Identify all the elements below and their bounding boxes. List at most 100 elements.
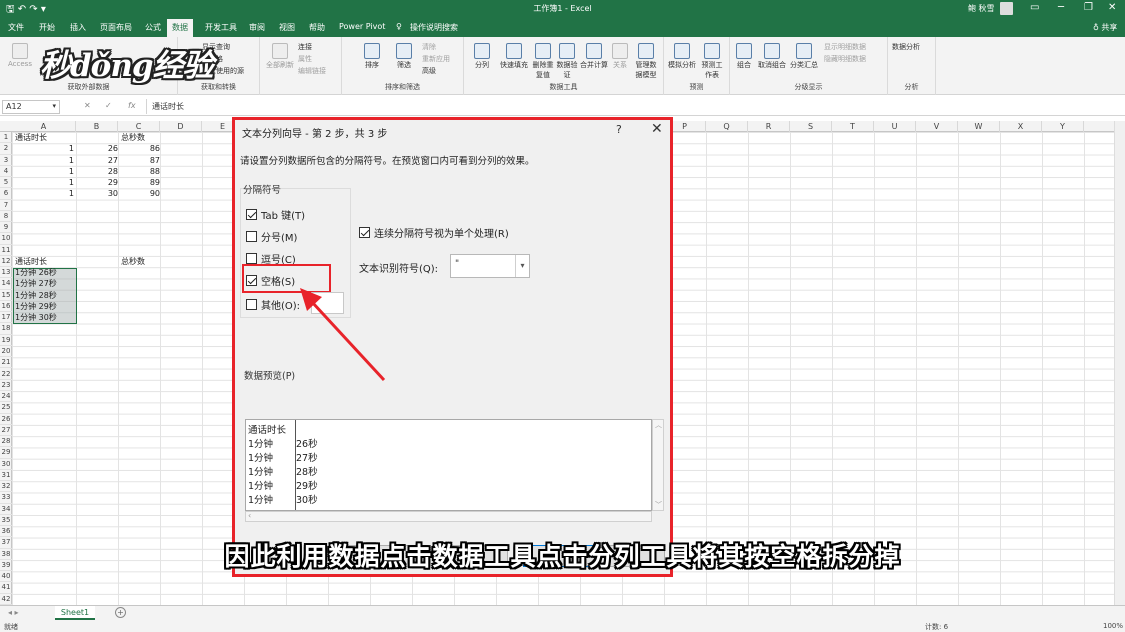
row-header[interactable]: 4 xyxy=(0,166,12,178)
cell-a3[interactable]: 1 xyxy=(12,155,74,166)
edit-links-button[interactable]: 编辑链接 xyxy=(298,66,326,76)
hide-detail-button[interactable]: 隐藏明细数据 xyxy=(824,54,866,64)
row-header[interactable]: 8 xyxy=(0,211,12,223)
sort-button[interactable]: 排序 xyxy=(364,43,380,70)
tab-home[interactable]: 开始 xyxy=(39,22,55,33)
vertical-scrollbar[interactable] xyxy=(1114,121,1125,605)
remove-duplicates-button[interactable]: 删除重复值 xyxy=(532,43,554,80)
cancel-icon[interactable]: ✕ xyxy=(84,101,91,110)
cell-c1[interactable]: 总秒数 xyxy=(121,132,145,143)
cell-a12[interactable]: 通话时长 xyxy=(15,256,47,267)
data-analysis-button[interactable]: 数据分析 xyxy=(892,42,920,52)
data-validation-button[interactable]: 数据验证 xyxy=(556,43,578,80)
user-name[interactable]: 鲍 秋雪 xyxy=(968,3,995,14)
add-sheet-icon[interactable]: + xyxy=(115,607,126,618)
row-header[interactable]: 36 xyxy=(0,526,12,538)
share-button[interactable]: ♁ 共享 xyxy=(1093,22,1117,33)
row-header[interactable]: 15 xyxy=(0,290,12,301)
row-header[interactable]: 25 xyxy=(0,402,12,414)
scroll-left-icon[interactable]: ‹ xyxy=(248,511,251,520)
preview-vertical-scrollbar[interactable]: ︿ ﹀ xyxy=(652,419,664,511)
row-header[interactable]: 13 xyxy=(0,267,12,279)
row-header[interactable]: 12 xyxy=(0,256,12,268)
tab-formulas[interactable]: 公式 xyxy=(145,22,161,33)
column-header[interactable]: C xyxy=(118,121,160,132)
properties-button[interactable]: 属性 xyxy=(298,54,312,64)
access-button[interactable]: Access xyxy=(8,43,32,68)
tab-file[interactable]: 文件 xyxy=(8,22,24,33)
avatar[interactable] xyxy=(1000,2,1013,15)
column-header[interactable]: A xyxy=(12,121,76,132)
tell-me-icon[interactable]: ♀ xyxy=(396,22,402,31)
what-if-button[interactable]: 模拟分析 xyxy=(668,43,696,70)
row-header[interactable]: 19 xyxy=(0,335,12,346)
row-header[interactable]: 2 xyxy=(0,143,12,155)
row-header[interactable]: 31 xyxy=(0,470,12,482)
column-header[interactable]: S xyxy=(790,121,832,132)
row-header[interactable]: 30 xyxy=(0,459,12,470)
row-header[interactable]: 3 xyxy=(0,155,12,166)
cell-a17[interactable]: 1分钟 30秒 xyxy=(15,312,57,323)
scroll-up-icon[interactable]: ︿ xyxy=(655,420,662,430)
row-header[interactable]: 7 xyxy=(0,200,12,211)
row-header[interactable]: 10 xyxy=(0,233,12,245)
text-to-columns-button[interactable]: 分列 xyxy=(474,43,490,70)
name-box[interactable]: A12 ▾ xyxy=(2,100,60,114)
cell-b2[interactable]: 26 xyxy=(76,143,118,154)
chevron-down-icon[interactable]: ▾ xyxy=(515,255,529,277)
row-header[interactable]: 32 xyxy=(0,481,12,493)
semicolon-checkbox[interactable]: 分号(M) xyxy=(246,229,297,244)
text-qualifier-select[interactable]: " ▾ xyxy=(450,254,530,278)
cell-b3[interactable]: 27 xyxy=(76,155,118,166)
tab-data[interactable]: 数据 xyxy=(167,19,193,37)
tab-view[interactable]: 视图 xyxy=(279,22,295,33)
row-header[interactable]: 33 xyxy=(0,492,12,504)
consolidate-button[interactable]: 合并计算 xyxy=(580,43,608,70)
column-header[interactable]: W xyxy=(958,121,1000,132)
row-header[interactable]: 29 xyxy=(0,447,12,459)
subtotal-button[interactable]: 分类汇总 xyxy=(790,43,818,70)
sheet-nav-icon[interactable]: ◂ ▸ xyxy=(8,608,19,617)
tab-insert[interactable]: 插入 xyxy=(70,22,86,33)
show-detail-button[interactable]: 显示明细数据 xyxy=(824,42,866,52)
filter-button[interactable]: 筛选 xyxy=(396,43,412,70)
cell-a14[interactable]: 1分钟 27秒 xyxy=(15,278,57,289)
row-header[interactable]: 41 xyxy=(0,582,12,594)
group-button[interactable]: 组合 xyxy=(736,43,752,70)
relationships-button[interactable]: 关系 xyxy=(612,43,628,70)
sheet-tab-sheet1[interactable]: Sheet1 xyxy=(55,606,95,620)
column-header[interactable]: R xyxy=(748,121,790,132)
row-header[interactable]: 11 xyxy=(0,245,12,256)
column-header[interactable]: Y xyxy=(1042,121,1084,132)
cell-c6[interactable]: 90 xyxy=(118,188,160,199)
tab-help[interactable]: 帮助 xyxy=(309,22,325,33)
row-header[interactable]: 21 xyxy=(0,357,12,369)
cell-b4[interactable]: 28 xyxy=(76,166,118,177)
tell-me-search[interactable]: 操作说明搜索 xyxy=(410,22,458,33)
cell-a15[interactable]: 1分钟 28秒 xyxy=(15,290,57,301)
row-header[interactable]: 18 xyxy=(0,323,12,335)
column-header[interactable]: Q xyxy=(706,121,748,132)
close-icon[interactable]: ✕ xyxy=(651,121,663,137)
manage-data-model-button[interactable]: 管理数据模型 xyxy=(634,43,658,80)
cell-b6[interactable]: 30 xyxy=(76,188,118,199)
tab-review[interactable]: 审阅 xyxy=(249,22,265,33)
row-header[interactable]: 22 xyxy=(0,369,12,380)
other-checkbox[interactable]: 其他(O): xyxy=(246,297,300,312)
zoom-level[interactable]: 100% xyxy=(1103,622,1123,630)
row-header[interactable]: 17 xyxy=(0,312,12,324)
tab-page-layout[interactable]: 页面布局 xyxy=(100,22,132,33)
row-header[interactable]: 20 xyxy=(0,346,12,358)
row-header[interactable]: 23 xyxy=(0,380,12,391)
cell-c12[interactable]: 总秒数 xyxy=(121,256,145,267)
tab-power-pivot[interactable]: Power Pivot xyxy=(339,22,385,31)
column-header[interactable]: U xyxy=(874,121,916,132)
row-header[interactable]: 6 xyxy=(0,188,12,200)
column-header[interactable]: B xyxy=(76,121,118,132)
cell-c4[interactable]: 88 xyxy=(118,166,160,177)
row-header[interactable]: 28 xyxy=(0,436,12,448)
row-header[interactable]: 16 xyxy=(0,301,12,313)
column-header[interactable]: T xyxy=(832,121,874,132)
clear-filter-button[interactable]: 清除 xyxy=(422,42,436,52)
insert-function-icon[interactable]: fx xyxy=(128,101,136,110)
